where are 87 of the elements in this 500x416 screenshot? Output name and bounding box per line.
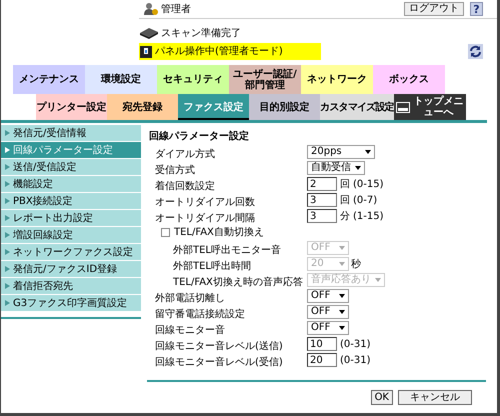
input-field[interactable]: 3 [307, 193, 337, 207]
sidebar-item[interactable]: レポート出力設定 [1, 210, 141, 227]
range-label: (0-31) [340, 338, 370, 352]
field-label: 外部TEL呼出時間 [173, 261, 251, 272]
field-label: 留守番電話接続設定 [155, 309, 245, 320]
sidebar-item[interactable]: 着信拒否宛先 [1, 278, 141, 295]
arrow-icon [5, 283, 10, 289]
caret-icon [365, 150, 371, 154]
monitor-icon [396, 102, 410, 112]
field-label: 外部TEL呼出モニター音 [173, 245, 281, 256]
range-label: (0-31) [340, 354, 370, 368]
arrow-icon [5, 198, 10, 204]
ok-button[interactable]: OK [370, 390, 393, 405]
field-label: 受信方式 [155, 165, 195, 176]
printer-icon [139, 44, 153, 59]
logout-button[interactable]: ログアウト [404, 2, 464, 16]
input-field[interactable]: 20 [307, 353, 337, 367]
field-label: 着信回数設定 [155, 181, 215, 192]
dropdown[interactable]: 自動受信 [307, 161, 365, 175]
arrow-icon [5, 249, 10, 255]
caret-icon [355, 166, 361, 170]
scanner-icon [139, 27, 159, 39]
sidebar-item[interactable]: 増設回線設定 [1, 227, 141, 244]
field-label: 外部電話切離し [155, 293, 225, 304]
field-label: ダイアル方式 [155, 149, 215, 160]
arrow-icon [5, 300, 10, 306]
caret-icon [339, 310, 345, 314]
sidebar-item[interactable]: 発信元/受信情報 [1, 125, 141, 142]
sidebar-item[interactable]: PBX接続設定 [1, 193, 141, 210]
field-label: 回線モニター音レベル(受信) [155, 357, 283, 368]
user-icon [144, 2, 158, 16]
arrow-icon [5, 130, 10, 136]
caret-icon [375, 278, 381, 282]
sidebar-item[interactable]: ネットワークファクス設定 [1, 244, 141, 261]
main-tab[interactable]: ユーザー認証/部門管理 [229, 65, 301, 94]
field-label: オートリダイアル間隔 [155, 213, 255, 224]
main-tab[interactable]: メンテナンス [13, 65, 85, 94]
user-name: 管理者 [161, 2, 191, 16]
range-label: (0-15) [353, 178, 384, 192]
input-field[interactable]: 2 [307, 177, 337, 191]
top-menu-button[interactable]: トップメニューへ [394, 94, 466, 120]
checkbox[interactable] [161, 228, 170, 236]
input-field[interactable]: 3 [307, 209, 337, 223]
arrow-icon [5, 232, 10, 238]
main-tab[interactable]: セキュリティ [157, 65, 229, 94]
field-label: TEL/FAX切換え時の音声応答 [173, 277, 303, 288]
sub-tab[interactable]: 宛先登録 [107, 94, 178, 120]
field-label: 回線モニター音レベル(送信) [155, 341, 283, 352]
range-label: (1-15) [353, 210, 384, 224]
panel-status: パネル操作中(管理者モード) [155, 44, 283, 59]
sidebar-item[interactable]: 発信元/ファクスID登録 [1, 261, 141, 278]
section-title: 回線パラメーター設定 [149, 129, 249, 144]
arrow-icon [5, 215, 10, 221]
sub-tab[interactable]: カスタマイズ設定 [320, 94, 394, 120]
help-button[interactable]: ? [470, 2, 483, 16]
main-tab[interactable]: 環境設定 [85, 65, 157, 94]
main-tab[interactable]: ボックス [373, 65, 445, 94]
main-tab[interactable]: ネットワーク [301, 65, 373, 94]
unit-label: 回 [340, 194, 350, 208]
arrow-icon [5, 181, 10, 187]
cancel-button[interactable]: キャンセル [398, 390, 472, 405]
field-label: オートリダイアル回数 [155, 197, 255, 208]
sidebar-item[interactable]: G3ファクス印字画質設定 [1, 295, 141, 312]
arrow-icon [5, 266, 10, 272]
field-label: 回線モニター音 [155, 325, 225, 336]
arrow-icon [5, 164, 10, 170]
arrow-icon [5, 147, 10, 153]
input-field[interactable]: 10 [307, 337, 337, 351]
scan-status: スキャン準備完了 [161, 26, 241, 40]
sidebar-item[interactable]: 機能設定 [1, 176, 141, 193]
caret-icon [339, 246, 345, 250]
sub-tab[interactable]: プリンター設定 [36, 94, 107, 120]
dropdown[interactable]: OFF [307, 305, 349, 319]
dropdown[interactable]: 20pps [307, 145, 375, 159]
unit-label: 分 [340, 210, 350, 224]
unit-label: 回 [340, 178, 350, 192]
caret-icon [339, 262, 345, 266]
field-label: TEL/FAX自動切換え [174, 226, 264, 240]
range-label: (0-7) [353, 194, 378, 208]
caret-icon [339, 294, 345, 298]
sidebar-item[interactable]: 送信/受信設定 [1, 159, 141, 176]
dropdown[interactable]: OFF [307, 321, 349, 335]
caret-icon [339, 326, 345, 330]
sub-tab[interactable]: 目的別設定 [249, 94, 320, 120]
refresh-icon[interactable] [468, 44, 483, 59]
dropdown[interactable]: OFF [307, 289, 349, 303]
unit-label: 秒 [351, 258, 361, 272]
